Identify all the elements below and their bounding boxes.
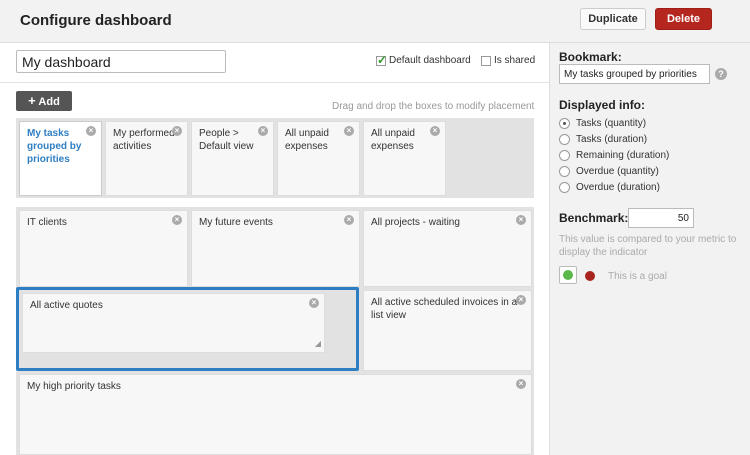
checkmark-icon: ✓ bbox=[377, 52, 388, 67]
is-shared-checkbox[interactable]: Is shared bbox=[481, 55, 535, 66]
goal-red-option[interactable] bbox=[585, 271, 595, 281]
divider bbox=[0, 82, 549, 83]
widget-box[interactable]: My tasks grouped by priorities × bbox=[19, 121, 102, 196]
close-icon[interactable]: × bbox=[309, 298, 319, 308]
widget-label: IT clients bbox=[27, 217, 67, 228]
widget-box[interactable]: All projects - waiting × bbox=[363, 210, 532, 287]
duplicate-button[interactable]: Duplicate bbox=[580, 8, 646, 30]
radio-label: Tasks (quantity) bbox=[576, 118, 647, 129]
radio-option[interactable]: Overdue (duration) bbox=[559, 182, 660, 193]
radio-label: Overdue (quantity) bbox=[576, 166, 659, 177]
checkbox-box[interactable]: ✓ bbox=[376, 52, 388, 67]
radio-label: Overdue (duration) bbox=[576, 182, 660, 193]
checkbox-box[interactable] bbox=[481, 55, 491, 66]
resize-handle-icon[interactable]: ◢ bbox=[315, 337, 321, 350]
widget-box[interactable]: People > Default view × bbox=[191, 121, 274, 196]
widget-box[interactable]: My future events × bbox=[191, 210, 360, 287]
radio-label: Tasks (duration) bbox=[576, 134, 648, 145]
bookmark-label: Bookmark: bbox=[559, 50, 622, 64]
widget-label: My future events bbox=[199, 217, 273, 228]
radio-button[interactable] bbox=[559, 134, 570, 145]
close-icon[interactable]: × bbox=[258, 126, 268, 136]
default-dashboard-label: Default dashboard bbox=[389, 55, 471, 66]
help-icon[interactable]: ? bbox=[715, 68, 727, 80]
goal-green-option[interactable] bbox=[559, 266, 577, 284]
dashboard-name-input[interactable] bbox=[16, 50, 226, 73]
widget-box[interactable]: All active quotes × ◢ bbox=[22, 293, 325, 353]
widget-box[interactable]: IT clients × bbox=[19, 210, 188, 287]
widget-label: My high priority tasks bbox=[27, 381, 121, 392]
is-shared-label: Is shared bbox=[494, 55, 536, 66]
widget-settings-panel: Bookmark: ? Displayed info: Tasks (quant… bbox=[549, 43, 750, 455]
radio-option[interactable]: Remaining (duration) bbox=[559, 150, 669, 161]
widget-label: All unpaid expenses bbox=[285, 128, 329, 152]
widget-label: My tasks grouped by priorities bbox=[27, 128, 82, 165]
radio-option[interactable]: Overdue (quantity) bbox=[559, 166, 659, 177]
close-icon[interactable]: × bbox=[172, 126, 182, 136]
widget-box[interactable]: My high priority tasks × bbox=[19, 374, 532, 455]
radio-button[interactable] bbox=[559, 182, 570, 193]
delete-button[interactable]: Delete bbox=[655, 8, 712, 30]
widget-box[interactable]: All active scheduled invoices in a list … bbox=[363, 290, 532, 371]
widget-label: All unpaid expenses bbox=[371, 128, 415, 152]
widget-label: People > Default view bbox=[199, 128, 254, 152]
close-icon[interactable]: × bbox=[516, 379, 526, 389]
goal-text: This is a goal bbox=[608, 271, 667, 282]
benchmark-label: Benchmark: bbox=[559, 211, 629, 225]
close-icon[interactable]: × bbox=[516, 295, 526, 305]
widget-label: My performed activities bbox=[113, 128, 175, 152]
close-icon[interactable]: × bbox=[516, 215, 526, 225]
close-icon[interactable]: × bbox=[430, 126, 440, 136]
radio-option[interactable]: Tasks (quantity) bbox=[559, 118, 646, 129]
plus-icon: + bbox=[28, 93, 36, 108]
radio-button[interactable] bbox=[559, 166, 570, 177]
widget-box[interactable]: My performed activities × bbox=[105, 121, 188, 196]
widget-label: All active quotes bbox=[30, 300, 103, 311]
radio-button[interactable] bbox=[559, 150, 570, 161]
close-icon[interactable]: × bbox=[344, 215, 354, 225]
benchmark-input[interactable] bbox=[628, 208, 694, 228]
widget-box[interactable]: All unpaid expenses × bbox=[363, 121, 446, 196]
close-icon[interactable]: × bbox=[172, 215, 182, 225]
widget-box[interactable]: All unpaid expenses × bbox=[277, 121, 360, 196]
dialog-header: Configure dashboard Duplicate Delete bbox=[0, 0, 750, 43]
add-button[interactable]: + Add bbox=[16, 91, 72, 111]
close-icon[interactable]: × bbox=[344, 126, 354, 136]
radio-button[interactable] bbox=[559, 118, 570, 129]
drag-hint: Drag and drop the boxes to modify placem… bbox=[332, 101, 535, 112]
widget-label: All projects - waiting bbox=[371, 217, 460, 228]
page-title: Configure dashboard bbox=[20, 12, 172, 29]
radio-option[interactable]: Tasks (duration) bbox=[559, 134, 647, 145]
default-dashboard-checkbox[interactable]: ✓ Default dashboard bbox=[376, 52, 471, 67]
add-button-label: Add bbox=[38, 96, 60, 108]
widget-label: All active scheduled invoices in a list … bbox=[371, 297, 518, 321]
radio-label: Remaining (duration) bbox=[576, 150, 670, 161]
green-dot-icon bbox=[563, 270, 573, 280]
bookmark-input[interactable] bbox=[559, 64, 710, 84]
benchmark-description: This value is compared to your metric to… bbox=[559, 234, 737, 258]
close-icon[interactable]: × bbox=[86, 126, 96, 136]
displayed-info-label: Displayed info: bbox=[559, 98, 646, 112]
